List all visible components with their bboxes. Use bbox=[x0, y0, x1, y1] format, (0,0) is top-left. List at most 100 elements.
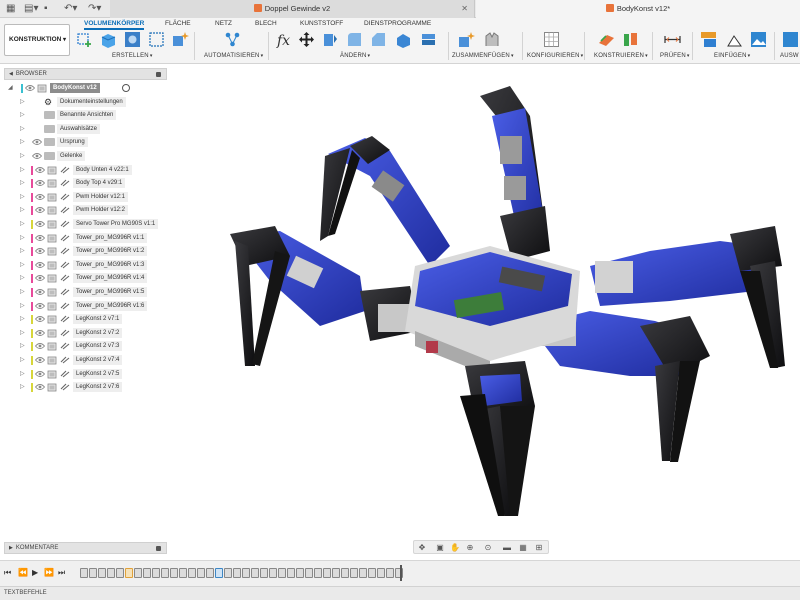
timeline-feature[interactable] bbox=[260, 568, 268, 578]
midplane-icon[interactable] bbox=[622, 31, 639, 48]
tab-kunststoff[interactable]: KUNSTSTOFF bbox=[300, 19, 343, 28]
timeline-feature[interactable] bbox=[305, 568, 313, 578]
visibility-eye-icon[interactable] bbox=[35, 302, 45, 310]
zoom-icon[interactable]: ⊕ bbox=[465, 543, 475, 552]
insert-mesh-icon[interactable] bbox=[726, 31, 743, 48]
tree-item[interactable]: ▷ Benannte Ansichten bbox=[4, 109, 204, 121]
timeline-feature[interactable] bbox=[224, 568, 232, 578]
create-form-icon[interactable] bbox=[124, 31, 141, 48]
timeline-feature[interactable] bbox=[332, 568, 340, 578]
timeline-feature[interactable] bbox=[269, 568, 277, 578]
timeline-feature[interactable] bbox=[278, 568, 286, 578]
look-at-icon[interactable]: ▣ bbox=[435, 543, 445, 552]
visibility-eye-icon[interactable] bbox=[35, 356, 45, 364]
visibility-eye-icon[interactable] bbox=[35, 206, 45, 214]
press-pull-icon[interactable] bbox=[322, 31, 339, 48]
visibility-eye-icon[interactable] bbox=[32, 152, 42, 160]
timeline-feature[interactable] bbox=[350, 568, 358, 578]
expand-arrow-icon[interactable]: ▷ bbox=[20, 259, 25, 271]
timeline-feature[interactable] bbox=[233, 568, 241, 578]
tree-item[interactable]: ▷ Servo Tower Pro MG90S v1:1 bbox=[4, 218, 204, 230]
panel-pin-icon[interactable] bbox=[156, 72, 161, 77]
joint-icon[interactable] bbox=[458, 31, 475, 48]
timeline-feature[interactable] bbox=[323, 568, 331, 578]
workspace-dropdown[interactable]: KONSTRUKTION ▾ bbox=[4, 24, 70, 56]
display-settings-icon[interactable]: ▬ bbox=[502, 543, 512, 552]
fillet-icon[interactable] bbox=[346, 31, 363, 48]
visibility-eye-icon[interactable] bbox=[35, 247, 45, 255]
configure-table-icon[interactable] bbox=[543, 31, 560, 48]
group-konfigurieren[interactable]: KONFIGURIEREN▾ bbox=[527, 53, 583, 59]
group-zusammenfuegen[interactable]: ZUSAMMENFÜGEN▾ bbox=[452, 53, 514, 59]
box-select-icon[interactable] bbox=[148, 31, 165, 48]
timeline-feature[interactable] bbox=[89, 568, 97, 578]
timeline-feature[interactable] bbox=[98, 568, 106, 578]
timeline-feature[interactable] bbox=[296, 568, 304, 578]
tree-item[interactable]: ▷ Tower_pro_MG996R v1:6 bbox=[4, 300, 204, 312]
timeline-feature[interactable] bbox=[152, 568, 160, 578]
move-icon[interactable] bbox=[298, 31, 315, 48]
save-icon[interactable]: ▪ bbox=[44, 3, 48, 15]
timeline-feature[interactable] bbox=[314, 568, 322, 578]
expand-arrow-icon[interactable]: ▷ bbox=[20, 381, 25, 393]
automate-icon[interactable] bbox=[224, 31, 241, 48]
timeline-feature[interactable] bbox=[242, 568, 250, 578]
tab-doppel-gewinde[interactable]: Doppel Gewinde v2 ✕ bbox=[110, 0, 475, 18]
visibility-eye-icon[interactable] bbox=[35, 166, 45, 174]
group-automatisieren[interactable]: AUTOMATISIEREN▾ bbox=[204, 53, 263, 59]
timeline-feature[interactable] bbox=[188, 568, 196, 578]
timeline-feature[interactable] bbox=[143, 568, 151, 578]
visibility-eye-icon[interactable] bbox=[35, 261, 45, 269]
timeline-feature[interactable] bbox=[107, 568, 115, 578]
expand-arrow-icon[interactable]: ▷ bbox=[20, 191, 25, 203]
timeline-feature[interactable] bbox=[161, 568, 169, 578]
tree-item[interactable]: ▷ Pwm Holder v12:2 bbox=[4, 204, 204, 216]
orbit-icon[interactable]: ✥ bbox=[417, 543, 427, 552]
expand-arrow-icon[interactable]: ▷ bbox=[20, 327, 25, 339]
tree-item[interactable]: ▷ LegKonst 2 v7:6 bbox=[4, 381, 204, 393]
visibility-eye-icon[interactable] bbox=[35, 315, 45, 323]
expand-arrow-icon[interactable]: ▷ bbox=[20, 177, 25, 189]
timeline-next-icon[interactable]: ⏩ bbox=[44, 568, 54, 578]
pan-icon[interactable]: ✋ bbox=[450, 543, 460, 552]
tree-item[interactable]: ▷ Body Unten 4 v22:1 bbox=[4, 164, 204, 176]
expand-arrow-icon[interactable]: ▷ bbox=[20, 340, 25, 352]
expand-arrow-icon[interactable]: ▷ bbox=[20, 109, 25, 121]
new-component-icon[interactable] bbox=[76, 31, 93, 48]
extrude-icon[interactable] bbox=[100, 31, 117, 48]
insert-derive-icon[interactable] bbox=[700, 31, 717, 48]
tree-item[interactable]: ▷ Tower_pro_MG996R v1:2 bbox=[4, 245, 204, 257]
tab-netz[interactable]: NETZ bbox=[215, 19, 232, 28]
hexapod-robot-model[interactable] bbox=[200, 76, 800, 526]
group-pruefen[interactable]: PRÜFEN▾ bbox=[660, 53, 690, 59]
tree-item[interactable]: ▷ LegKonst 2 v7:2 bbox=[4, 327, 204, 339]
group-aendern[interactable]: ÄNDERN▾ bbox=[340, 53, 370, 59]
visibility-eye-icon[interactable] bbox=[25, 84, 35, 92]
expand-arrow-icon[interactable]: ▷ bbox=[20, 368, 25, 380]
visibility-eye-icon[interactable] bbox=[35, 329, 45, 337]
panel-pin-icon[interactable] bbox=[156, 546, 161, 551]
undo-icon[interactable]: ↶▾ bbox=[64, 3, 77, 15]
expand-arrow-icon[interactable]: ▷ bbox=[20, 204, 25, 216]
timeline-feature[interactable] bbox=[386, 568, 394, 578]
tree-root[interactable]: ◢ BodyKonst v12 bbox=[4, 82, 204, 94]
grid-menu-icon[interactable]: ▦ bbox=[6, 3, 15, 15]
tree-item[interactable]: ▷ Tower_pro_MG996R v1:3 bbox=[4, 259, 204, 271]
timeline-start-icon[interactable]: ⏮ bbox=[4, 568, 11, 578]
visibility-eye-icon[interactable] bbox=[35, 383, 45, 391]
timeline-feature[interactable] bbox=[368, 568, 376, 578]
visibility-eye-icon[interactable] bbox=[35, 179, 45, 187]
select-icon[interactable] bbox=[782, 31, 799, 48]
timeline-feature[interactable] bbox=[80, 568, 88, 578]
visibility-eye-icon[interactable] bbox=[35, 370, 45, 378]
tree-item[interactable]: ▷ LegKonst 2 v7:1 bbox=[4, 313, 204, 325]
insert-body-icon[interactable] bbox=[172, 31, 189, 48]
visibility-eye-icon[interactable] bbox=[32, 138, 42, 146]
tree-item[interactable]: ▷ Pwm Holder v12:1 bbox=[4, 191, 204, 203]
group-erstellen[interactable]: ERSTELLEN▾ bbox=[112, 53, 153, 59]
timeline-feature[interactable] bbox=[197, 568, 205, 578]
tab-bodykonst[interactable]: BodyKonst v12* bbox=[476, 0, 800, 18]
expand-arrow-icon[interactable]: ▷ bbox=[20, 136, 25, 148]
grid-settings-icon[interactable]: ▦ bbox=[518, 543, 528, 552]
timeline-feature[interactable] bbox=[170, 568, 178, 578]
